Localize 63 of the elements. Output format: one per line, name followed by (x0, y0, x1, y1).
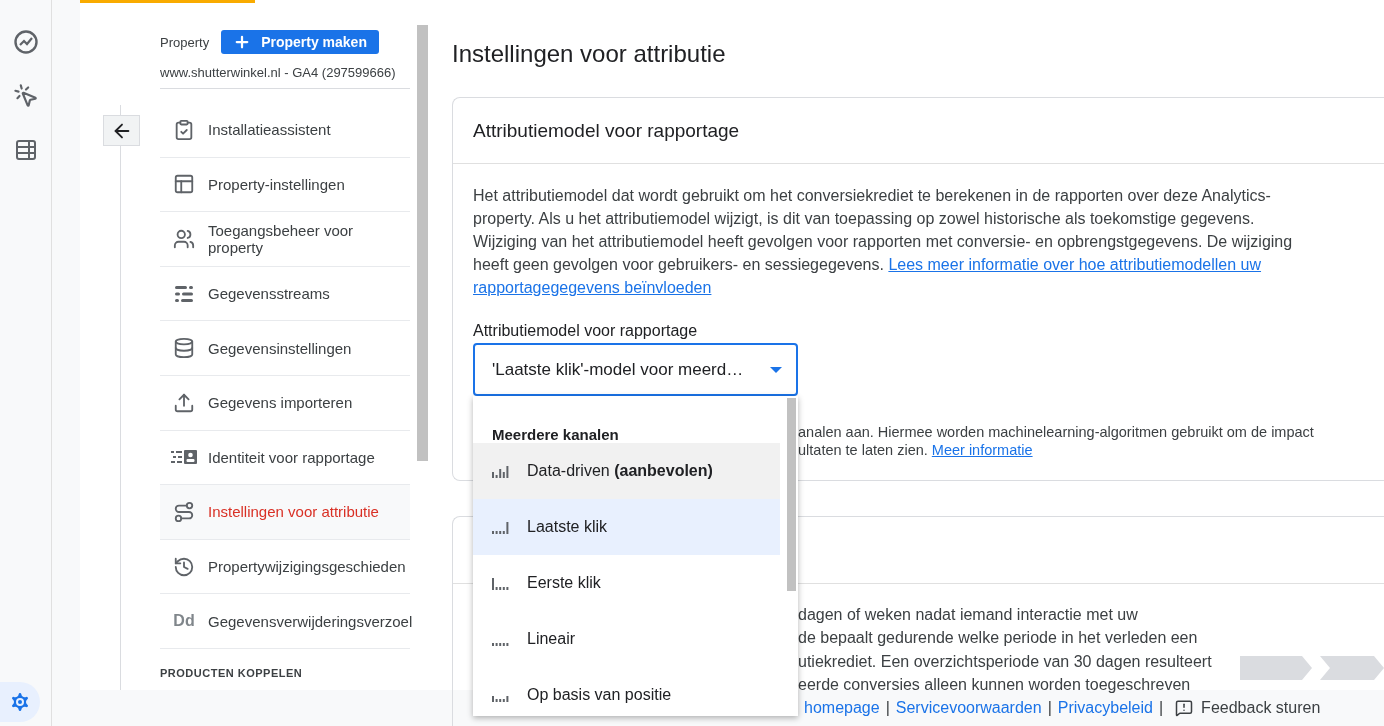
clipboard-check-icon (173, 118, 195, 141)
footer-link[interactable]: Privacybeleid (1057, 699, 1153, 717)
separator: | (885, 699, 890, 717)
bar-chart-icon (492, 521, 509, 534)
body-text: utiekrediet. Een overzichtsperiode van 30 dagen resulteert (798, 651, 1212, 672)
footer-link[interactable]: Servicevoorwaarden (895, 699, 1042, 717)
scrollbar[interactable] (417, 25, 428, 461)
list-icon[interactable] (13, 138, 38, 162)
create-property-button[interactable]: Property maken (221, 30, 380, 54)
body-text: de bepaalt gedurende welke periode in het verleden een (798, 628, 1198, 649)
id-card-icon (171, 449, 197, 466)
more-info-link[interactable]: Meer informatie (931, 442, 1033, 458)
sliders-icon (173, 283, 195, 304)
learn-more-link[interactable]: Lees meer informatie over hoe attributiemodellen uw (888, 256, 1262, 273)
database-icon (173, 337, 195, 360)
nav-item-label: Propertywijzigingsgeschieden (208, 558, 407, 576)
route-icon (173, 500, 195, 523)
bar-chart-icon (492, 695, 509, 702)
nav-item-label: Instellingen voor attributie (208, 503, 380, 521)
scrollbar[interactable] (787, 398, 796, 591)
account-name: www.shutterwinkel.nl - GA4 (297599666) (160, 65, 410, 89)
field-label: Attributiemodel voor rapportage (473, 322, 699, 340)
caret-icon (770, 366, 782, 373)
nav-item-label: Gegevensinstellingen (208, 339, 353, 357)
bar-chart-icon (492, 642, 509, 646)
history-icon (173, 555, 195, 578)
dd-icon: Dd (173, 612, 195, 631)
body-text: eerde conversies alleen kunnen worden toegeschreven (798, 674, 1191, 695)
bar-chart-icon (492, 465, 509, 478)
learn-more-link[interactable]: rapportagegegevens beïnvloeden (473, 279, 712, 296)
page-title: Instellingen voor attributie (452, 40, 727, 68)
footer-link[interactable]: homepage (804, 699, 880, 717)
property-label: Property (160, 34, 210, 50)
nav-item-label: Toegangsbeheer voor property (208, 222, 355, 256)
feedback-icon (1175, 699, 1194, 717)
nav-item-label: Gegevensstreams (208, 285, 331, 303)
section-heading: PRODUCTEN KOPPELEN (160, 666, 304, 679)
layout-icon (173, 173, 195, 196)
separator: | (1047, 699, 1052, 717)
nav-item-label: Property-instellingen (208, 175, 346, 193)
nav-item-label: Installatieassistent (208, 121, 332, 139)
nav-item-label: Gegevens importeren (208, 394, 354, 412)
trend-chart-icon[interactable] (12, 29, 39, 55)
back-button[interactable] (103, 115, 140, 146)
body-text: dagen of weken nadat iemand interactie met uw (798, 605, 1138, 625)
card-title: Attributiemodel voor rapportage (473, 119, 740, 142)
people-icon (173, 228, 195, 250)
cursor-click-icon[interactable] (12, 83, 39, 109)
upload-icon (173, 391, 195, 414)
info-text: analen aan. Hiermee worden machinelearning-algoritmen gebruikt om de impact (798, 423, 1315, 441)
menu-option[interactable]: Laatste klik (473, 499, 780, 555)
bar-chart-icon (492, 577, 509, 590)
feedback-link[interactable]: Feedback sturen (1175, 699, 1321, 717)
info-text: ultaten te laten zien. Meer informatie (798, 441, 1034, 459)
separator: | (1158, 699, 1164, 717)
settings-button[interactable] (0, 682, 40, 722)
group-heading: Meerdere kanalen (491, 425, 620, 443)
description: Het attributiemodel dat wordt gebruikt om het conversiekrediet te berekenen in de rapporten over deze Analytics-property. Als u het attributiemodel wijzigt, is dit van toepassing op zowel historische als toekomstige gegevens. Wijziging van het attributiemodel heeft gevolgen voor rapporten met conversie- en opbrengstgegevens. De wijziging heeft geen gevolgen voor gebruikers- en sessiegegevens. Lees meer informatie over hoe attributiemodellen uw rapportagegegevens beïnvloeden (473, 186, 1294, 298)
nav-item-label: Identiteit voor rapportage (208, 448, 376, 466)
model-select[interactable]: 'Laatste klik'-model voor meerd… (473, 343, 798, 396)
menu-option[interactable]: Op basis van positie (473, 667, 780, 716)
nav-item[interactable]: Instellingen voor attributie (160, 485, 410, 540)
menu-option[interactable]: Data-driven (aanbevolen) (473, 443, 780, 499)
